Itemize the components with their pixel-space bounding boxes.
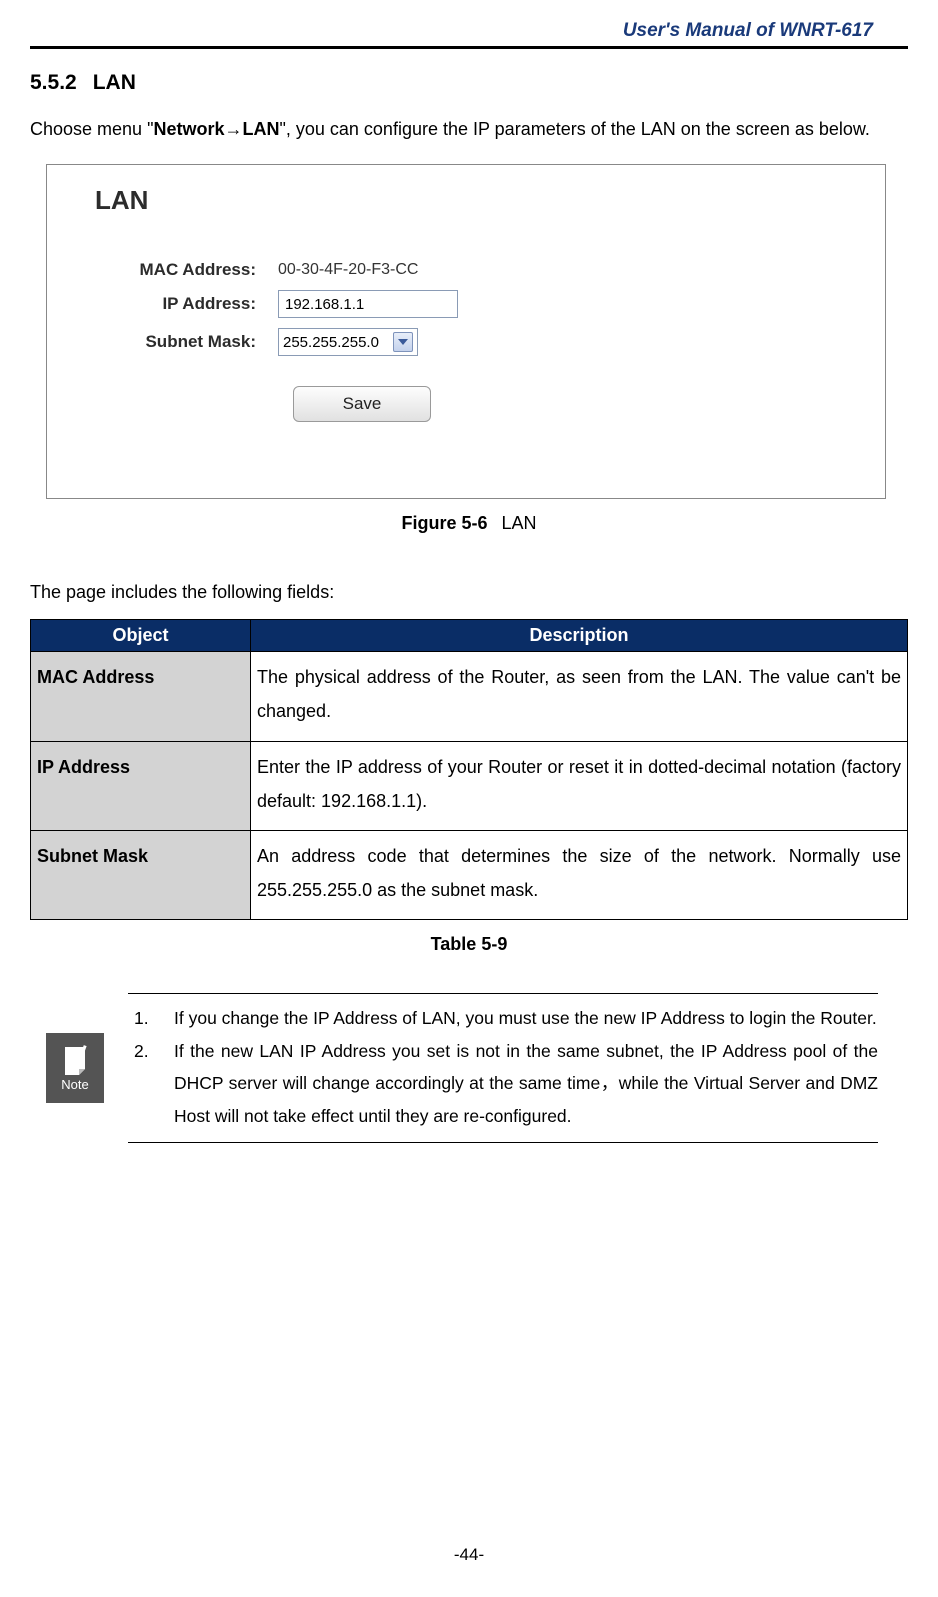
note-text: If the new LAN IP Address you set is not… <box>174 1035 878 1132</box>
desc-cell: Enter the IP address of your Router or r… <box>251 741 908 830</box>
note-body: 1. If you change the IP Address of LAN, … <box>128 993 878 1143</box>
table-row: MAC Address The physical address of the … <box>31 652 908 741</box>
th-description: Description <box>251 620 908 652</box>
table-row: Subnet Mask An address code that determi… <box>31 831 908 920</box>
lan-heading: LAN <box>95 185 849 216</box>
section-title: LAN <box>93 71 136 94</box>
save-button[interactable]: Save <box>293 386 431 422</box>
th-object: Object <box>31 620 251 652</box>
mac-value: 00-30-4F-20-F3-CC <box>278 261 418 279</box>
save-row: Save <box>293 386 849 422</box>
intro-menu-path: Network→LAN <box>153 119 279 139</box>
subnet-row: Subnet Mask: 255.255.255.0 <box>83 328 849 356</box>
page-number: -44- <box>0 1545 938 1565</box>
mac-row: MAC Address: 00-30-4F-20-F3-CC <box>83 260 849 280</box>
table-caption: Table 5-9 <box>30 934 908 955</box>
subnet-label: Subnet Mask: <box>83 332 278 352</box>
note-text: If you change the IP Address of LAN, you… <box>174 1002 878 1034</box>
note-number: 1. <box>128 1002 174 1034</box>
obj-cell: IP Address <box>31 741 251 830</box>
desc-cell: The physical address of the Router, as s… <box>251 652 908 741</box>
desc-cell: An address code that determines the size… <box>251 831 908 920</box>
note-number: 2. <box>128 1035 174 1132</box>
subnet-mask-value: 255.255.255.0 <box>283 334 379 351</box>
list-item: 2. If the new LAN IP Address you set is … <box>128 1035 878 1132</box>
note-block: Note 1. If you change the IP Address of … <box>46 993 878 1143</box>
intro-paragraph: Choose menu "Network→LAN", you can confi… <box>30 113 908 146</box>
note-icon: Note <box>46 1033 104 1103</box>
fields-intro: The page includes the following fields: <box>30 582 908 603</box>
manual-title: User's Manual of WNRT-617 <box>30 20 908 46</box>
subnet-mask-select[interactable]: 255.255.255.0 <box>278 328 418 356</box>
description-table: Object Description MAC Address The physi… <box>30 619 908 920</box>
ip-row: IP Address: <box>83 290 849 318</box>
note-list: 1. If you change the IP Address of LAN, … <box>128 1002 878 1132</box>
mac-label: MAC Address: <box>83 260 278 280</box>
obj-cell: Subnet Mask <box>31 831 251 920</box>
chevron-down-icon[interactable] <box>393 332 413 352</box>
ip-label: IP Address: <box>83 294 278 314</box>
intro-prefix: Choose menu " <box>30 119 153 139</box>
figure-text: LAN <box>502 513 537 533</box>
section-heading: 5.5.2 LAN <box>30 71 908 95</box>
ip-address-input[interactable] <box>278 290 458 318</box>
figure-number: Figure 5-6 <box>401 513 487 533</box>
list-item: 1. If you change the IP Address of LAN, … <box>128 1002 878 1034</box>
note-icon-label: Note <box>61 1077 88 1092</box>
section-number: 5.5.2 <box>30 71 77 94</box>
intro-suffix: ", you can configure the IP parameters o… <box>279 119 869 139</box>
obj-cell: MAC Address <box>31 652 251 741</box>
lan-screenshot: LAN MAC Address: 00-30-4F-20-F3-CC IP Ad… <box>46 164 886 499</box>
table-row: IP Address Enter the IP address of your … <box>31 741 908 830</box>
figure-caption: Figure 5-6 LAN <box>30 513 908 534</box>
header-divider <box>30 46 908 49</box>
